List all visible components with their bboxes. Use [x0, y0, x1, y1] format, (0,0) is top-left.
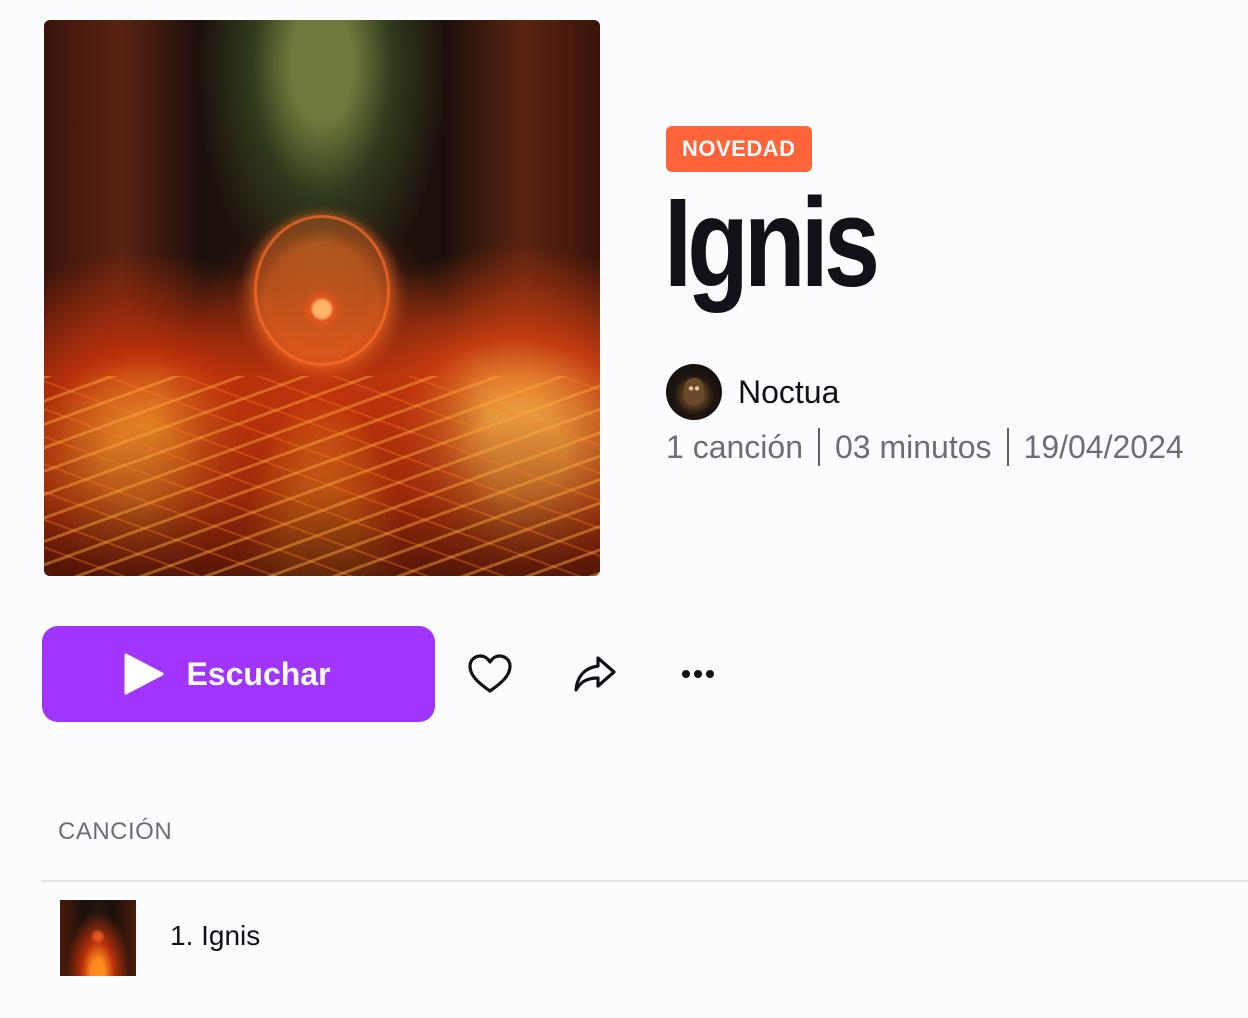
- tracklist-header: CANCIÓN: [58, 818, 173, 845]
- play-button-label: Escuchar: [186, 655, 331, 692]
- artist-avatar: [666, 364, 722, 420]
- album-meta: 1 canción 03 minutos 19/04/2024: [666, 428, 1184, 466]
- song-count: 1 canción: [666, 428, 803, 465]
- more-options-button[interactable]: [670, 646, 726, 702]
- album-duration: 03 minutos: [834, 428, 992, 465]
- track-title[interactable]: 1. Ignis: [170, 920, 260, 952]
- play-button[interactable]: Escuchar: [42, 626, 435, 722]
- album-title: Ignis: [664, 172, 880, 313]
- cover-lava-art: [44, 376, 600, 576]
- artist-name[interactable]: Noctua: [738, 374, 839, 411]
- tracklist-divider: [42, 880, 1248, 882]
- more-icon: [682, 670, 714, 678]
- cover-portal-art: [254, 215, 390, 366]
- artist-link[interactable]: Noctua: [666, 363, 839, 421]
- track-row[interactable]: 1. Ignis: [42, 890, 1248, 986]
- new-release-badge: NOVEDAD: [666, 126, 812, 172]
- track-thumbnail: [60, 900, 136, 976]
- share-button[interactable]: [566, 646, 622, 702]
- heart-icon: [468, 654, 512, 693]
- share-icon: [574, 656, 616, 692]
- like-button[interactable]: [462, 646, 518, 702]
- meta-separator: [1006, 428, 1009, 466]
- release-date: 19/04/2024: [1023, 428, 1184, 465]
- album-cover-image: [44, 20, 600, 576]
- album-page: NOVEDAD Ignis Noctua 1 canción 03 minuto…: [0, 0, 1248, 1018]
- meta-separator: [817, 428, 820, 466]
